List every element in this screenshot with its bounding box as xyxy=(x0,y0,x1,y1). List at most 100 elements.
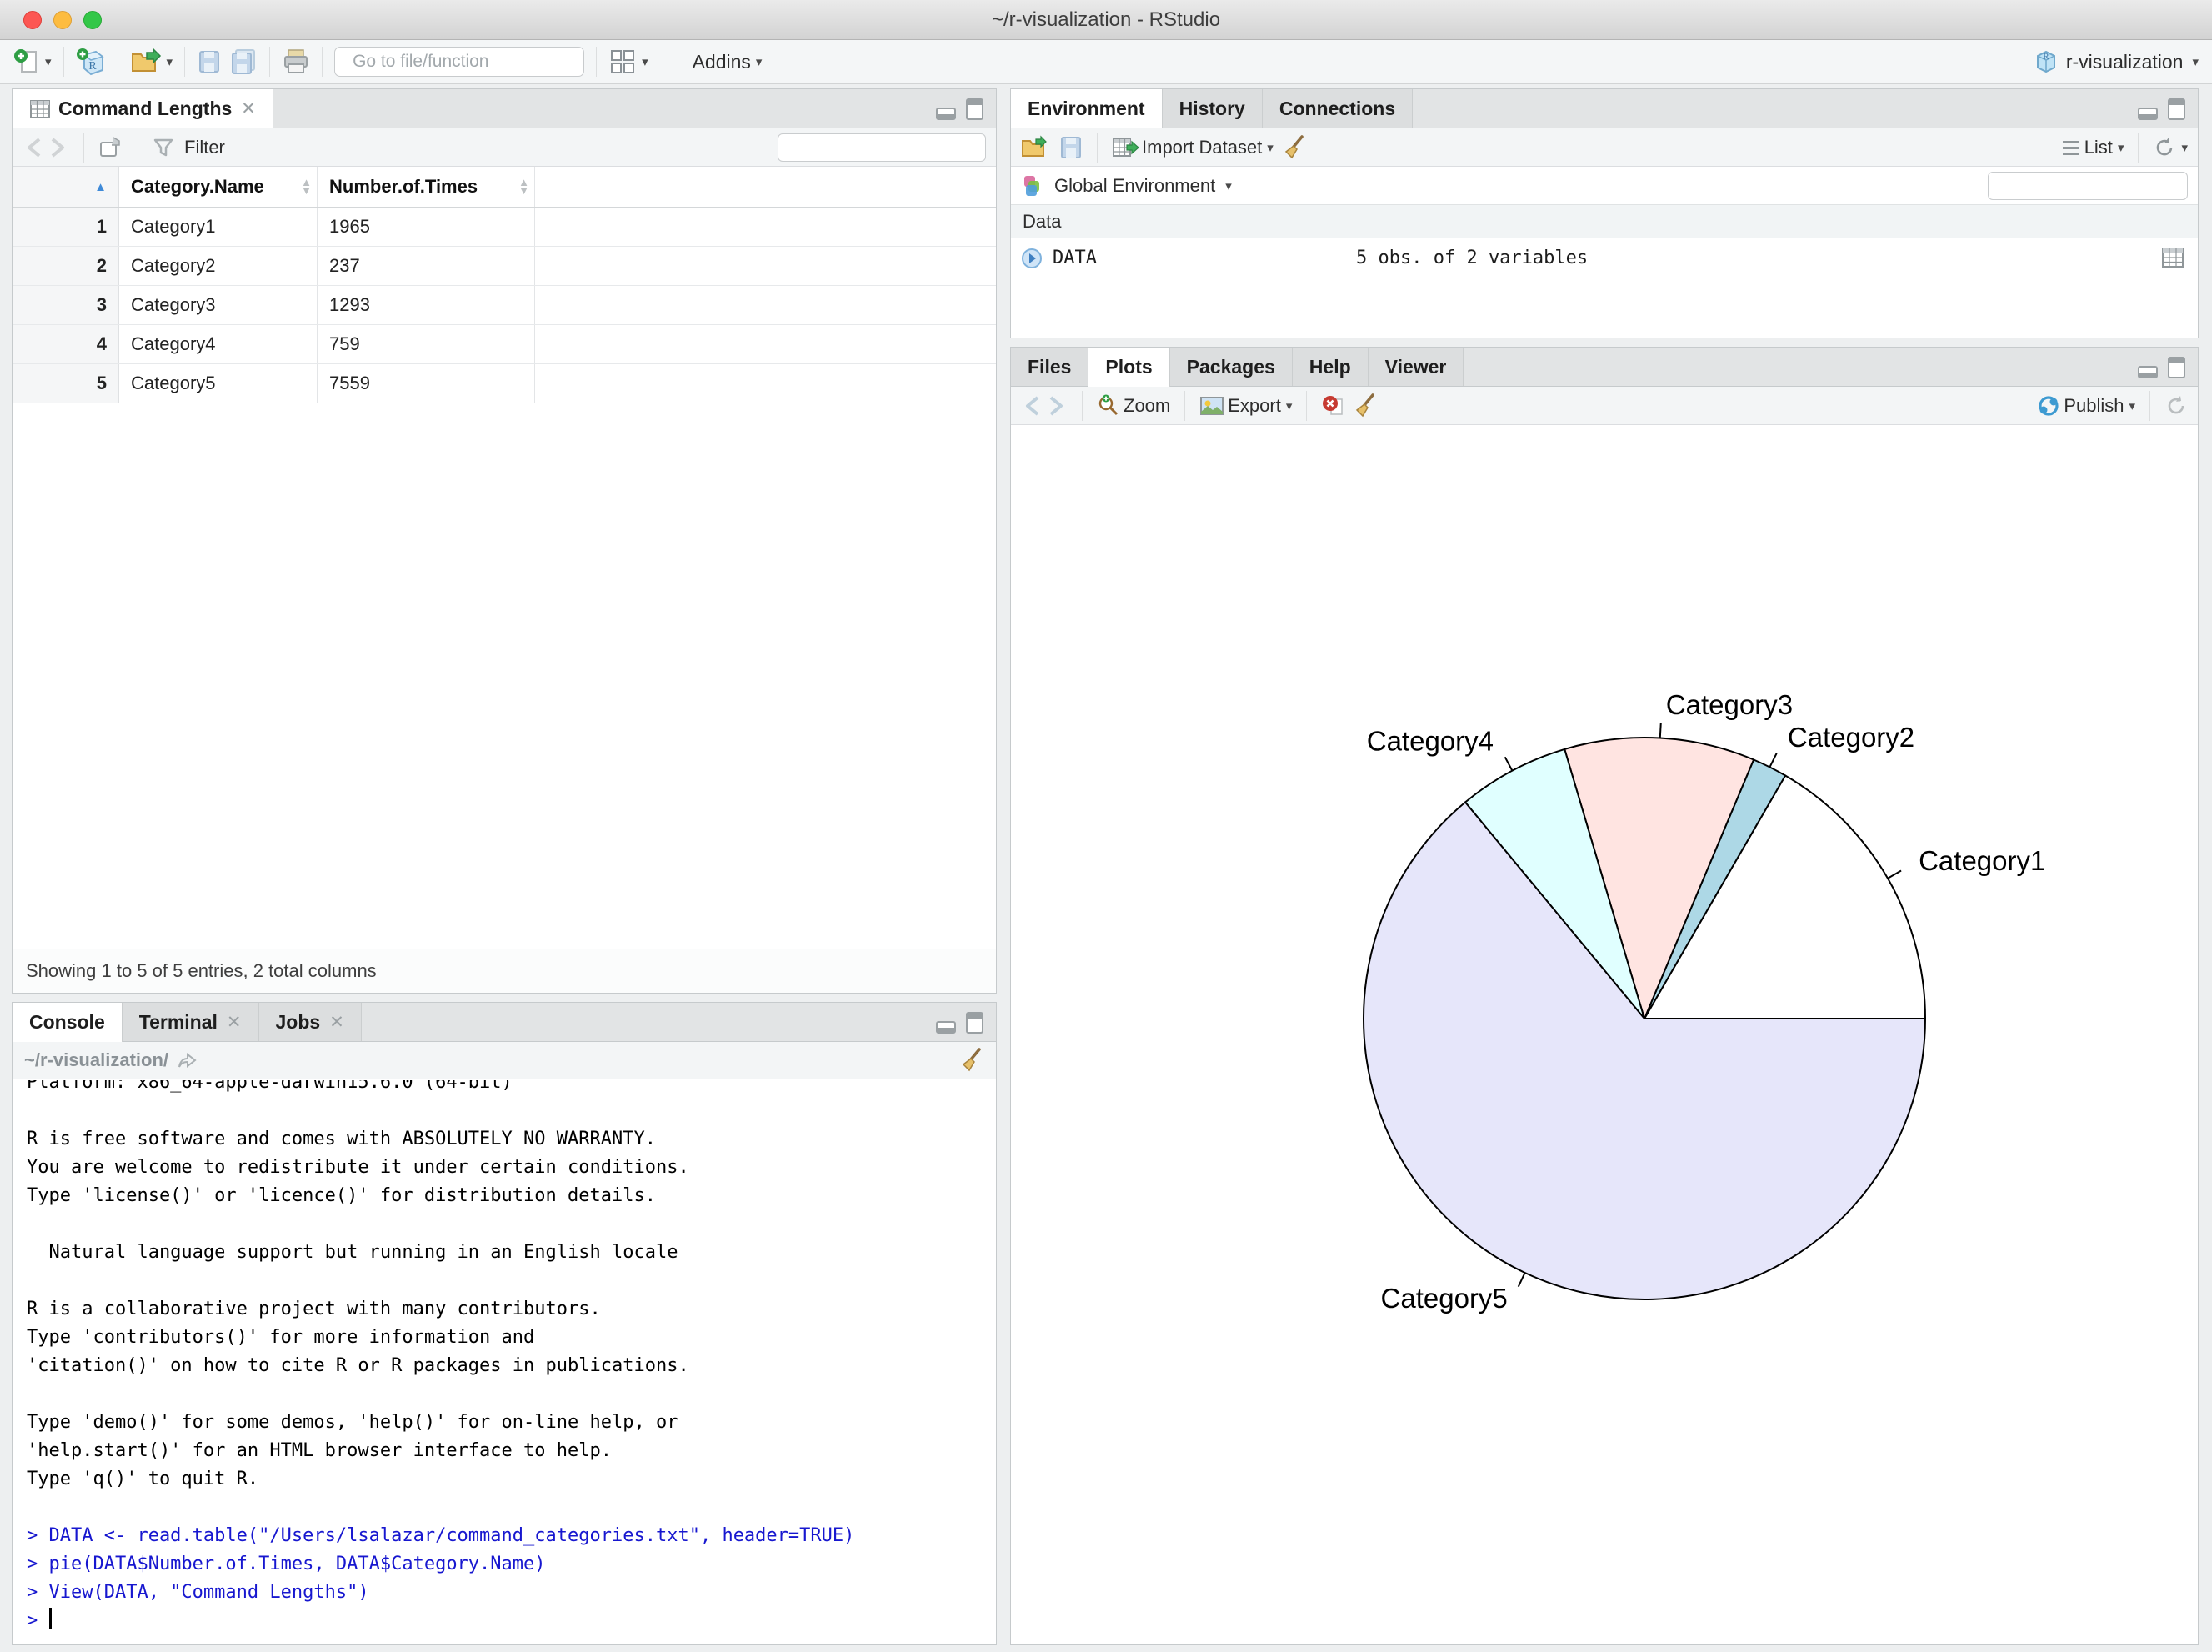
close-icon[interactable]: ✕ xyxy=(227,1012,242,1033)
expand-object-icon[interactable] xyxy=(1021,248,1043,269)
open-file-button[interactable]: ▾ xyxy=(130,48,173,76)
list-view-button[interactable]: List ▾ xyxy=(2061,137,2124,158)
minimize-pane-icon[interactable] xyxy=(936,103,958,120)
environment-search-input[interactable] xyxy=(2000,175,2212,196)
table-row[interactable]: 4 Category4 759 xyxy=(13,325,996,364)
export-plot-button[interactable]: Export ▾ xyxy=(1199,395,1292,417)
table-cell[interactable]: Category2 xyxy=(119,247,318,285)
table-cell[interactable]: Category1 xyxy=(119,208,318,246)
column-header-number-of-times[interactable]: Number.of.Times ▲ ▼ xyxy=(318,167,535,207)
table-cell[interactable]: 4 xyxy=(13,325,119,363)
table-cell[interactable]: 2 xyxy=(13,247,119,285)
project-switcher[interactable]: R r-visualization ▾ xyxy=(2034,48,2199,75)
load-workspace-icon[interactable] xyxy=(1021,135,1049,160)
close-icon[interactable]: ✕ xyxy=(329,1012,344,1033)
table-cell[interactable]: 1 xyxy=(13,208,119,246)
tab-command-lengths[interactable]: Command Lengths ✕ xyxy=(13,89,273,128)
close-icon[interactable]: ✕ xyxy=(241,98,256,119)
table-cell[interactable]: 7559 xyxy=(318,364,535,403)
tab-history[interactable]: History xyxy=(1162,89,1263,128)
publish-plot-button[interactable]: Publish ▾ xyxy=(2037,394,2135,418)
zoom-plot-button[interactable]: Zoom xyxy=(1097,394,1170,418)
tab-console[interactable]: Console xyxy=(13,1003,123,1042)
tab-help[interactable]: Help xyxy=(1292,348,1369,386)
console-input-line: > pie(DATA$Number.of.Times, DATA$Categor… xyxy=(27,1554,546,1574)
clear-console-broom-icon[interactable] xyxy=(961,1048,984,1073)
console-output-line: Natural language support but running in … xyxy=(27,1242,678,1263)
project-cube-icon: R xyxy=(2036,50,2055,73)
pie-label-category2: Category2 xyxy=(1788,722,1914,753)
goto-file-search[interactable] xyxy=(334,47,585,77)
publish-label: Publish xyxy=(2064,394,2124,416)
table-row[interactable]: 5 Category5 7559 xyxy=(13,364,996,403)
tab-terminal[interactable]: Terminal ✕ xyxy=(122,1003,259,1041)
tab-plots[interactable]: Plots xyxy=(1088,348,1170,387)
view-data-grid-icon[interactable] xyxy=(2161,247,2184,268)
filter-label[interactable]: Filter xyxy=(184,137,225,158)
viewer-search-input[interactable] xyxy=(790,137,1014,158)
table-cell[interactable]: 1965 xyxy=(318,208,535,246)
rownum-header-cell[interactable]: ▲ xyxy=(13,167,119,207)
table-cell[interactable]: Category5 xyxy=(119,364,318,403)
table-row[interactable]: 3 Category3 1293 xyxy=(13,286,996,325)
table-cell[interactable]: 1293 xyxy=(318,286,535,324)
tab-files[interactable]: Files xyxy=(1011,348,1089,386)
new-file-button[interactable]: ▾ xyxy=(13,47,52,77)
table-row[interactable]: 1 Category1 1965 xyxy=(13,208,996,247)
clear-all-plots-broom-icon[interactable] xyxy=(1354,393,1378,418)
tab-label: Console xyxy=(29,1011,105,1033)
clear-environment-broom-icon[interactable] xyxy=(1284,134,1307,160)
title-bar: ~/r-visualization - RStudio xyxy=(0,0,2212,40)
print-button[interactable] xyxy=(282,48,310,76)
refresh-plot-icon[interactable] xyxy=(2164,394,2188,418)
remove-plot-icon[interactable] xyxy=(1321,394,1344,418)
console-prompt[interactable]: > xyxy=(27,1607,986,1635)
pane-layout-button[interactable]: ▾ xyxy=(608,48,648,76)
column-header-category-name[interactable]: Category.Name ▲ ▼ xyxy=(119,167,318,207)
toolbar-separator xyxy=(1306,390,1308,421)
environment-search-box[interactable] xyxy=(1988,171,2212,200)
environment-scope-label[interactable]: Global Environment xyxy=(1054,175,1215,197)
minimize-pane-icon[interactable] xyxy=(2138,362,2159,378)
table-cell[interactable]: 5 xyxy=(13,364,119,403)
tab-environment[interactable]: Environment xyxy=(1011,89,1163,128)
maximize-pane-icon[interactable] xyxy=(2168,98,2186,120)
save-all-button[interactable] xyxy=(229,48,258,75)
maximize-pane-icon[interactable] xyxy=(2168,357,2186,378)
table-cell[interactable]: 3 xyxy=(13,286,119,324)
table-cell[interactable]: Category3 xyxy=(119,286,318,324)
object-description: 5 obs. of 2 variables xyxy=(1356,248,1589,268)
tab-packages[interactable]: Packages xyxy=(1169,348,1293,386)
table-cell[interactable]: Category4 xyxy=(119,325,318,363)
go-to-directory-icon[interactable] xyxy=(177,1051,198,1069)
zoom-magnifier-icon xyxy=(1098,394,1119,415)
plot-back-forward-icons[interactable] xyxy=(1021,394,1068,418)
minimize-pane-icon[interactable] xyxy=(2138,103,2159,120)
back-forward-icons[interactable] xyxy=(23,136,69,159)
open-in-new-window-icon[interactable] xyxy=(98,135,123,160)
filter-icon[interactable] xyxy=(153,137,174,158)
pie-label-category1: Category1 xyxy=(1919,845,2045,876)
new-project-button[interactable]: R xyxy=(76,47,106,77)
refresh-environment-button[interactable]: ▾ xyxy=(2153,136,2188,159)
tab-connections[interactable]: Connections xyxy=(1262,89,1414,128)
table-row[interactable]: 2 Category2 237 xyxy=(13,247,996,286)
tab-jobs[interactable]: Jobs ✕ xyxy=(258,1003,362,1041)
console-output[interactable]: Platform: x86_64-apple-darwin15.6.0 (64-… xyxy=(13,1080,996,1644)
table-cell[interactable]: 237 xyxy=(318,247,535,285)
tab-viewer[interactable]: Viewer xyxy=(1368,348,1464,386)
table-cell[interactable]: 759 xyxy=(318,325,535,363)
viewer-search-box[interactable] xyxy=(778,133,1014,162)
import-dataset-button[interactable]: Import Dataset ▾ xyxy=(1112,136,1274,159)
minimize-pane-icon[interactable] xyxy=(936,1017,958,1034)
maximize-pane-icon[interactable] xyxy=(966,98,984,120)
save-button[interactable] xyxy=(197,48,222,75)
addins-button[interactable]: Addins ▾ xyxy=(693,51,763,73)
goto-file-input[interactable] xyxy=(351,51,581,73)
save-workspace-icon[interactable] xyxy=(1059,135,1083,160)
environment-object-row[interactable]: DATA 5 obs. of 2 variables xyxy=(1011,238,2198,278)
pane-window-buttons xyxy=(2138,357,2186,378)
tab-label: Connections xyxy=(1279,97,1396,119)
object-name-cell[interactable]: DATA xyxy=(1011,238,1344,278)
maximize-pane-icon[interactable] xyxy=(966,1012,984,1034)
